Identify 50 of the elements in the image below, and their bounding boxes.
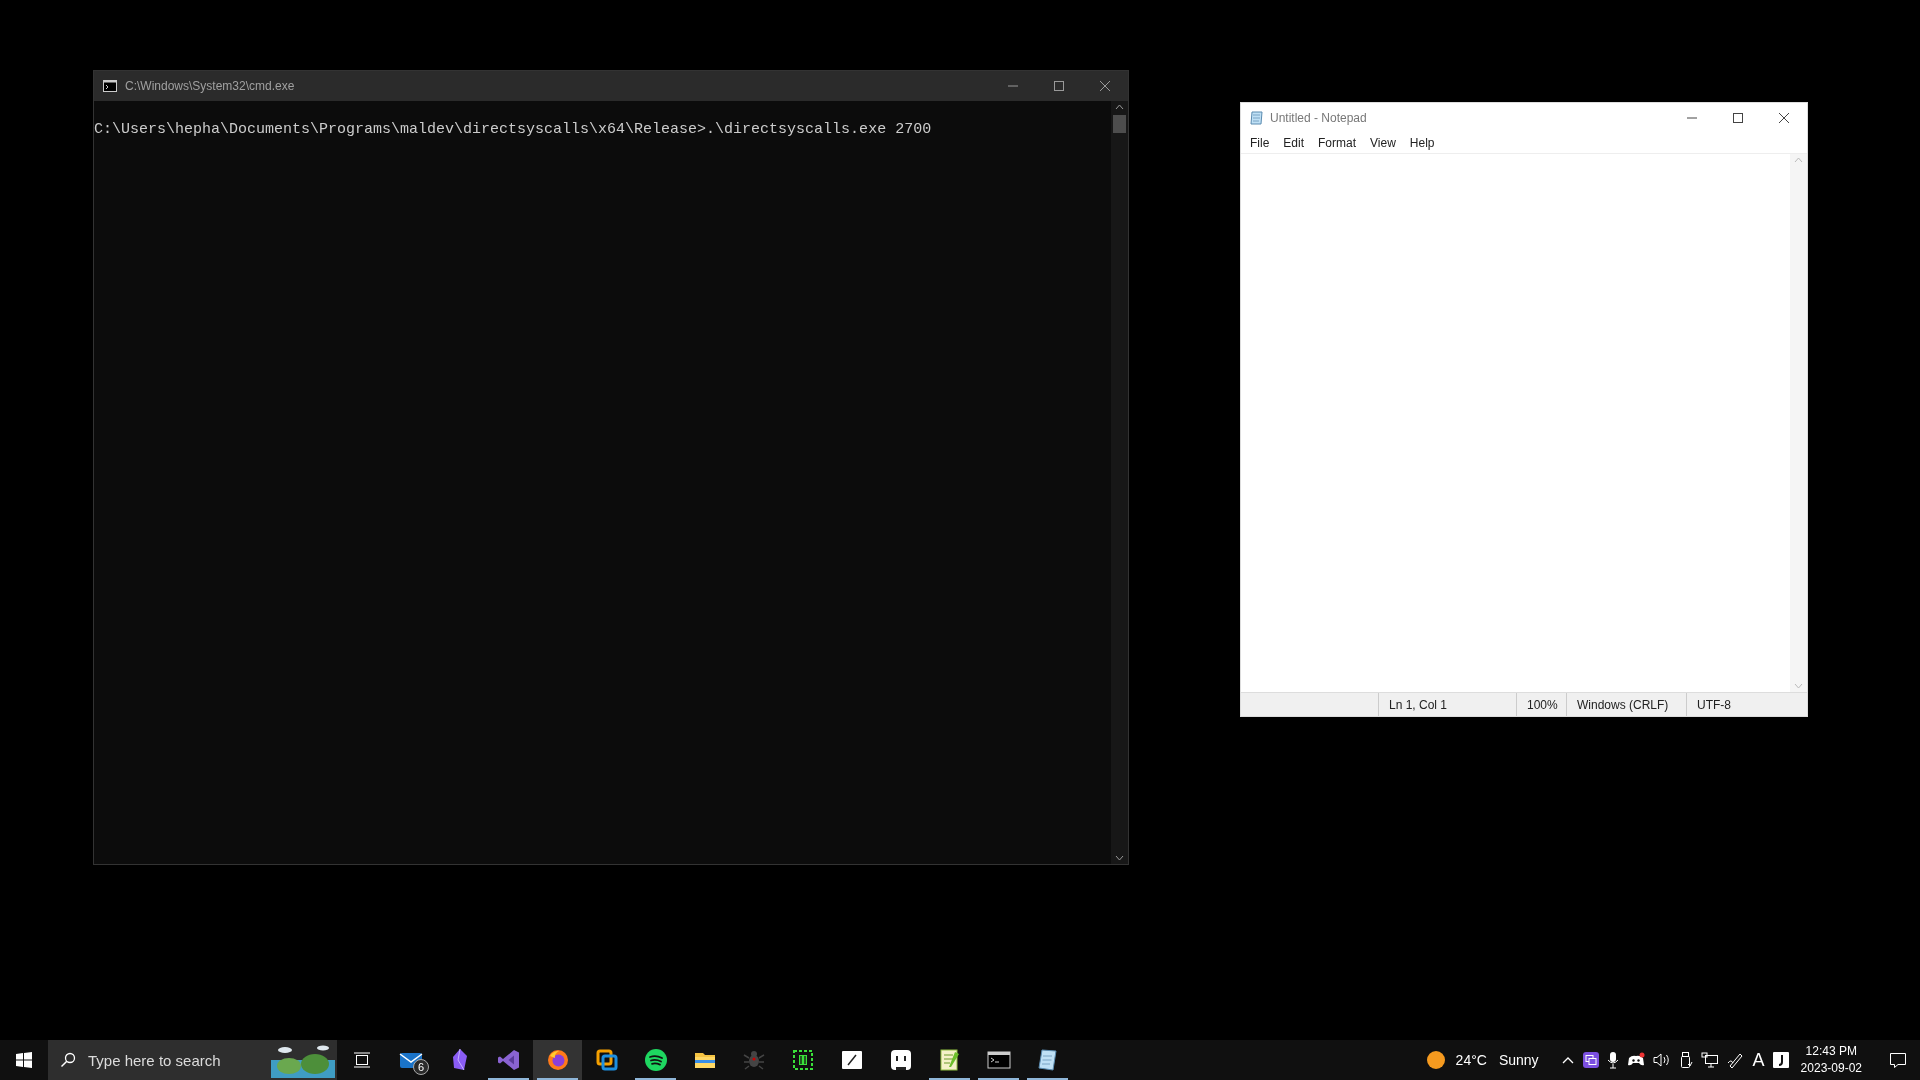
chevron-up-icon[interactable] [1560,1055,1575,1065]
weather-widget[interactable]: 24°C Sunny [1417,1040,1547,1080]
status-text: Windows (CRLF) [1567,693,1687,716]
slash-icon [839,1048,864,1072]
console-icon [103,80,117,92]
notepad-icon [937,1048,962,1072]
search-icon [60,1052,76,1068]
bug-icon [741,1048,766,1072]
notepad-icon [1249,110,1265,126]
menu-item[interactable]: Format [1311,136,1364,150]
scrollbar[interactable] [1111,101,1128,864]
game-controller-icon[interactable] [1626,1052,1645,1068]
ribbon-icon [496,1048,521,1072]
pen-icon[interactable] [1726,1051,1745,1069]
usb-drive-icon[interactable] [1678,1051,1693,1069]
browser-icon [545,1048,570,1072]
speech-bubble-icon [1889,1051,1907,1069]
clock-date: 2023-09-02 [1800,1060,1862,1077]
scroll-thumb[interactable] [1113,115,1126,133]
clock-time: 12:43 PM [1805,1043,1857,1060]
speaker-icon[interactable] [1652,1052,1671,1068]
console-line: C:\Users\hepha\Documents\Programs\maldev\directsyscalls\x64\Release>.\directsyscalls.exe 2700 [94,121,933,138]
task-view-icon [352,1052,371,1068]
taskbar-app[interactable]: 6 [386,1040,435,1080]
menu-item[interactable]: View [1363,136,1403,150]
overlapping-windows-icon[interactable] [1582,1052,1599,1068]
menu-item[interactable]: File [1243,136,1277,150]
window-title: Untitled - Notepad [1270,111,1368,125]
menu-item[interactable]: Edit [1276,136,1312,150]
square-app-icon[interactable] [1772,1052,1789,1068]
notification-count: 6 [413,1059,429,1075]
menu-item[interactable]: Help [1402,136,1442,150]
status-text: 100% [1517,693,1567,716]
search-field[interactable]: Type here to search [48,1040,337,1080]
chip-icon [790,1048,815,1072]
squares-icon [594,1048,619,1072]
notepad-icon [1035,1048,1060,1072]
network-icon[interactable] [1700,1052,1719,1068]
status-text: Ln 1, Col 1 [1379,693,1517,716]
windows-logo-icon [16,1052,32,1068]
window-title: C:\Windows\System32\cmd.exe [125,79,296,93]
sun-icon [1425,1050,1446,1070]
sound-waves-icon [643,1048,668,1072]
input-language-indicator[interactable]: A [1752,1049,1765,1071]
microphone-icon[interactable] [1606,1051,1619,1069]
clock[interactable]: 12:43 PM 2023-09-02 [1800,1043,1862,1077]
taskbar-app[interactable] [533,1040,582,1080]
robot-face-icon [888,1048,913,1072]
terminal-icon [986,1048,1011,1072]
status-text: UTF-8 [1696,696,1731,714]
